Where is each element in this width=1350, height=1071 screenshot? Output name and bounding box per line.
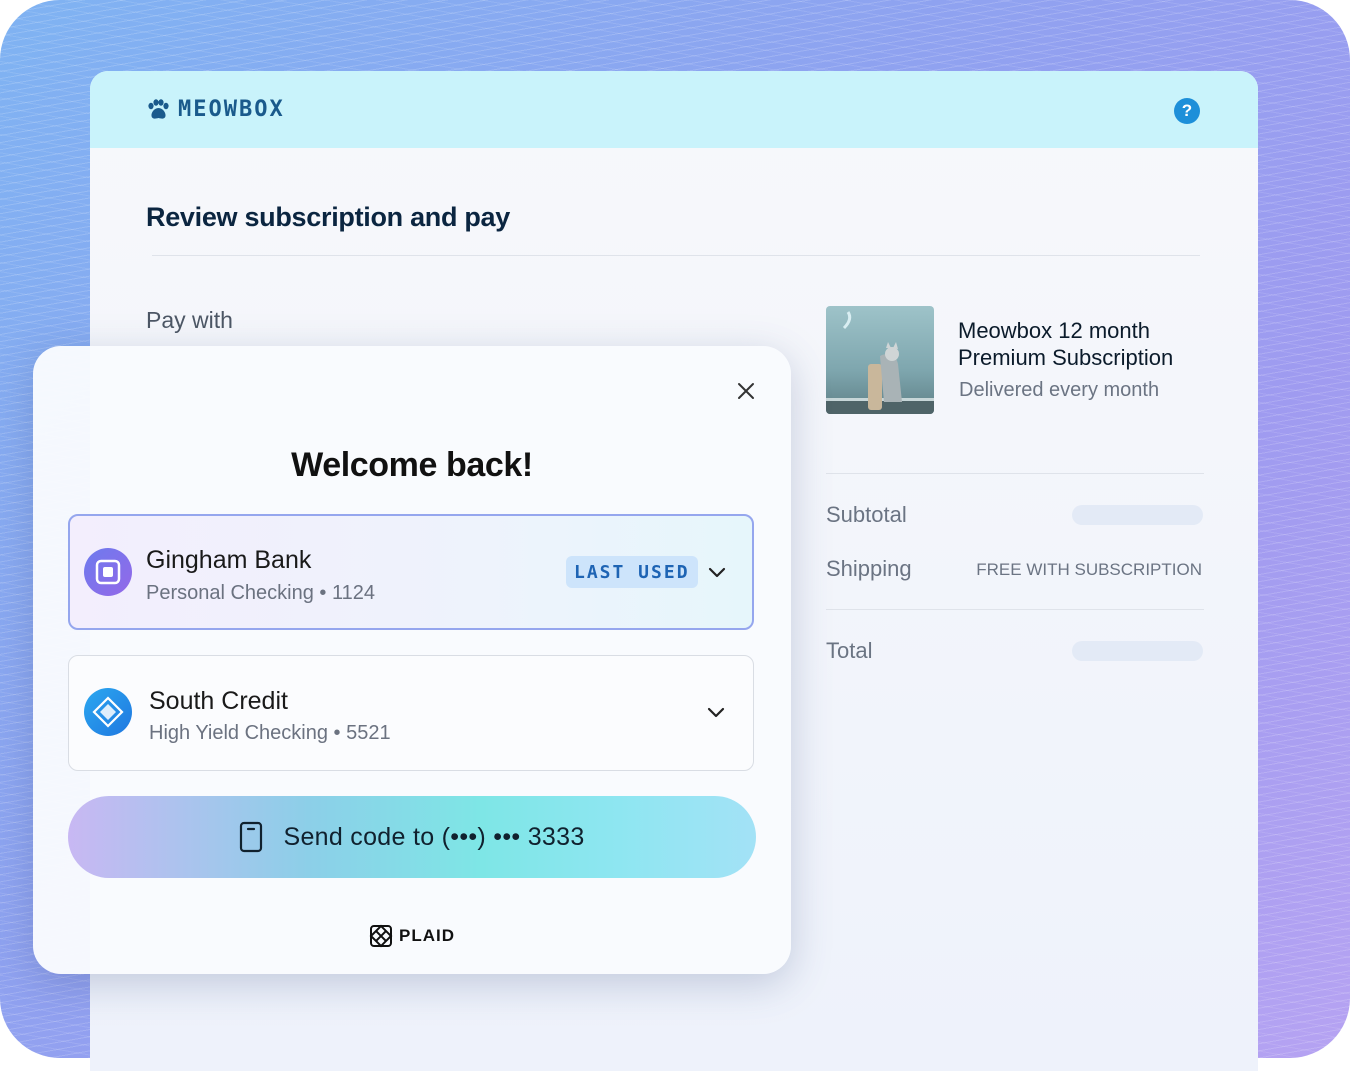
page-title: Review subscription and pay	[146, 202, 510, 232]
plaid-modal: Welcome back! Gingham Bank Personal Chec…	[33, 346, 791, 974]
brand-logo: MEOWBOX	[146, 97, 285, 122]
plaid-logo-icon	[369, 924, 393, 948]
subtotal-label: Subtotal	[826, 502, 907, 527]
account-option-south-credit[interactable]: South Credit High Yield Checking • 5521	[68, 655, 754, 771]
chevron-down-icon[interactable]	[705, 702, 727, 724]
divider	[826, 473, 1204, 474]
help-icon[interactable]: ?	[1174, 98, 1200, 124]
total-label: Total	[826, 638, 873, 663]
divider	[152, 255, 1200, 256]
last-used-badge: LAST USED	[566, 556, 698, 588]
cat-photo-icon	[826, 311, 934, 414]
plaid-wordmark: PLAID	[399, 926, 455, 945]
plaid-footer: PLAID	[33, 924, 791, 948]
account-option-gingham-bank[interactable]: Gingham Bank Personal Checking • 1124 LA…	[68, 514, 754, 630]
product-name: Meowbox 12 month Premium Subscription	[958, 318, 1174, 370]
product-delivery: Delivered every month	[959, 379, 1160, 401]
account-detail: High Yield Checking • 5521	[149, 722, 391, 744]
shipping-value: FREE WITH SUBSCRIPTION	[976, 560, 1202, 579]
brand-name: MEOWBOX	[178, 97, 285, 122]
modal-title: Welcome back!	[291, 446, 533, 484]
divider	[826, 609, 1204, 610]
close-icon	[738, 383, 754, 399]
bank-name: South Credit	[149, 687, 288, 715]
pay-with-label: Pay with	[146, 307, 233, 333]
chevron-down-icon[interactable]	[706, 562, 728, 584]
gingham-bank-icon	[84, 548, 132, 596]
south-credit-icon	[84, 688, 132, 736]
total-value-placeholder	[1072, 641, 1203, 661]
send-code-label: Send code to (•••) ••• 3333	[283, 822, 585, 851]
subtotal-value-placeholder	[1072, 505, 1203, 525]
shipping-label: Shipping	[826, 556, 912, 581]
paw-icon	[148, 98, 169, 119]
bank-name: Gingham Bank	[146, 546, 312, 574]
phone-icon	[240, 821, 263, 853]
account-detail: Personal Checking • 1124	[146, 582, 375, 604]
product-image	[826, 306, 934, 414]
send-code-button[interactable]: Send code to (•••) ••• 3333	[68, 796, 756, 878]
card-header: MEOWBOX ?	[90, 71, 1258, 148]
help-label: ?	[1181, 101, 1193, 120]
close-button[interactable]	[731, 376, 761, 406]
